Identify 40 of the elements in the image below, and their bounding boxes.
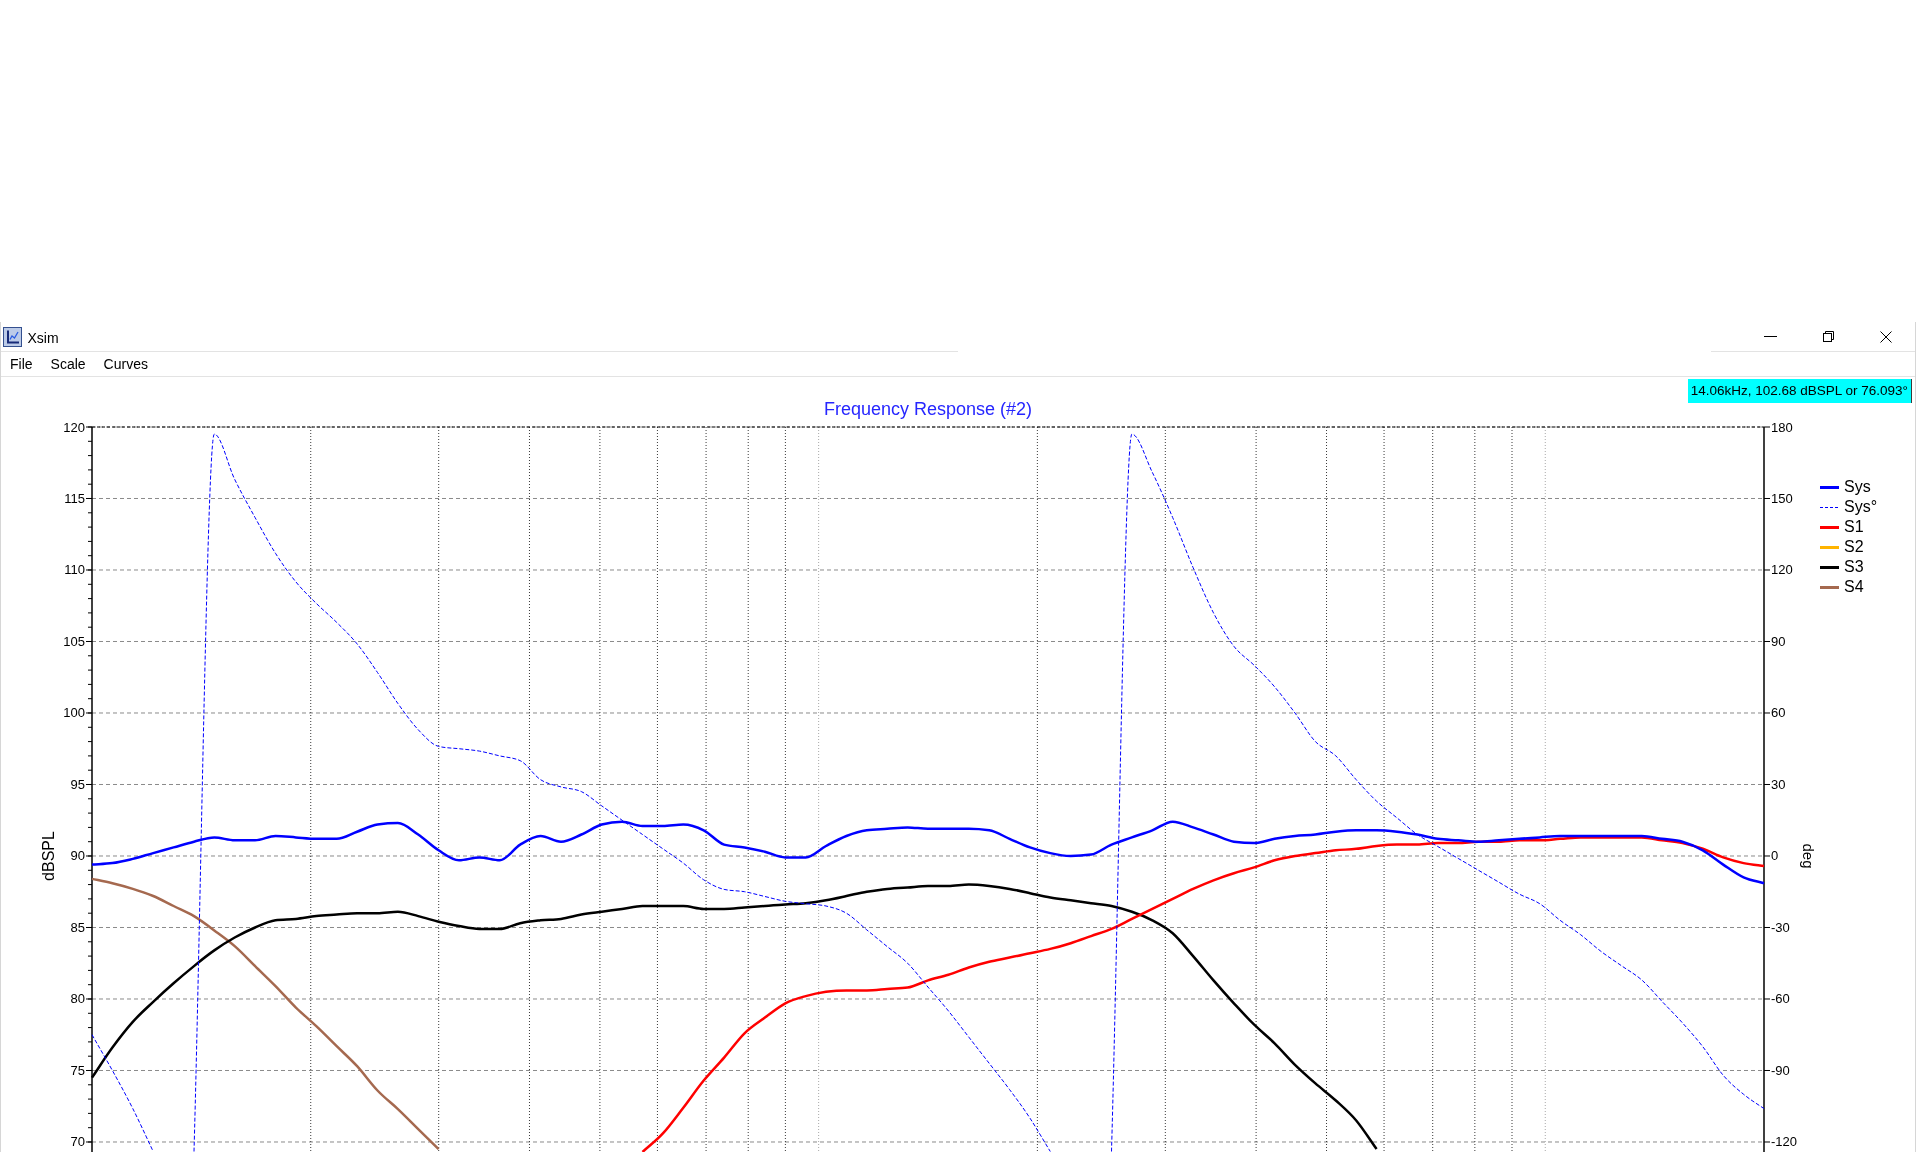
legend-label: Sys° <box>1844 497 1878 517</box>
graph-icon <box>2 326 22 347</box>
tick-label: -90 <box>1771 1063 1790 1078</box>
tick-label: -30 <box>1771 920 1790 935</box>
menu-item[interactable]: Scale <box>41 352 95 376</box>
tick-label: 60 <box>1771 705 1786 721</box>
tick-label: -60 <box>1771 991 1790 1007</box>
tick-label: 110 <box>64 562 85 578</box>
menu-item[interactable]: File <box>1 352 42 376</box>
legend-label: S2 <box>1844 537 1864 557</box>
tick-label: 120 <box>63 419 85 435</box>
menu-item[interactable]: Curves <box>94 352 157 376</box>
legend-label: S1 <box>1844 517 1864 537</box>
close-icon <box>1880 330 1892 343</box>
tick-label: 120 <box>1771 562 1793 578</box>
tick-label: 115 <box>64 491 85 506</box>
tick-label: 80 <box>70 991 85 1007</box>
tick-label: 30 <box>1771 777 1786 792</box>
axis-title: deg <box>1799 843 1817 869</box>
tick-label: 75 <box>70 1063 85 1078</box>
cursor-readout: 14.06kHz, 102.68 dBSPL or 76.093° <box>1687 379 1912 403</box>
legend-label: Sys <box>1844 477 1871 497</box>
tick-label: 180 <box>1771 419 1793 435</box>
minimize-icon <box>1763 336 1777 337</box>
tick-label: 150 <box>1771 491 1793 506</box>
tick-label: 105 <box>63 634 85 649</box>
axis-title: dBSPL <box>40 831 58 881</box>
legend-label: S4 <box>1844 577 1864 597</box>
tick-label: 85 <box>70 920 85 935</box>
window-title: Xsim <box>27 329 59 347</box>
restore-icon <box>1822 331 1834 342</box>
tick-label: 70 <box>70 1134 85 1150</box>
tick-label: 100 <box>63 705 85 721</box>
tick-label: 90 <box>70 848 85 864</box>
chart-title: Frequency Response (#2) <box>823 399 1033 419</box>
tick-label: 95 <box>70 777 85 792</box>
legend-label: S3 <box>1844 557 1864 577</box>
tick-label: -120 <box>1771 1134 1798 1150</box>
tick-label: 90 <box>1771 634 1786 649</box>
tick-label: 0 <box>1771 848 1779 864</box>
